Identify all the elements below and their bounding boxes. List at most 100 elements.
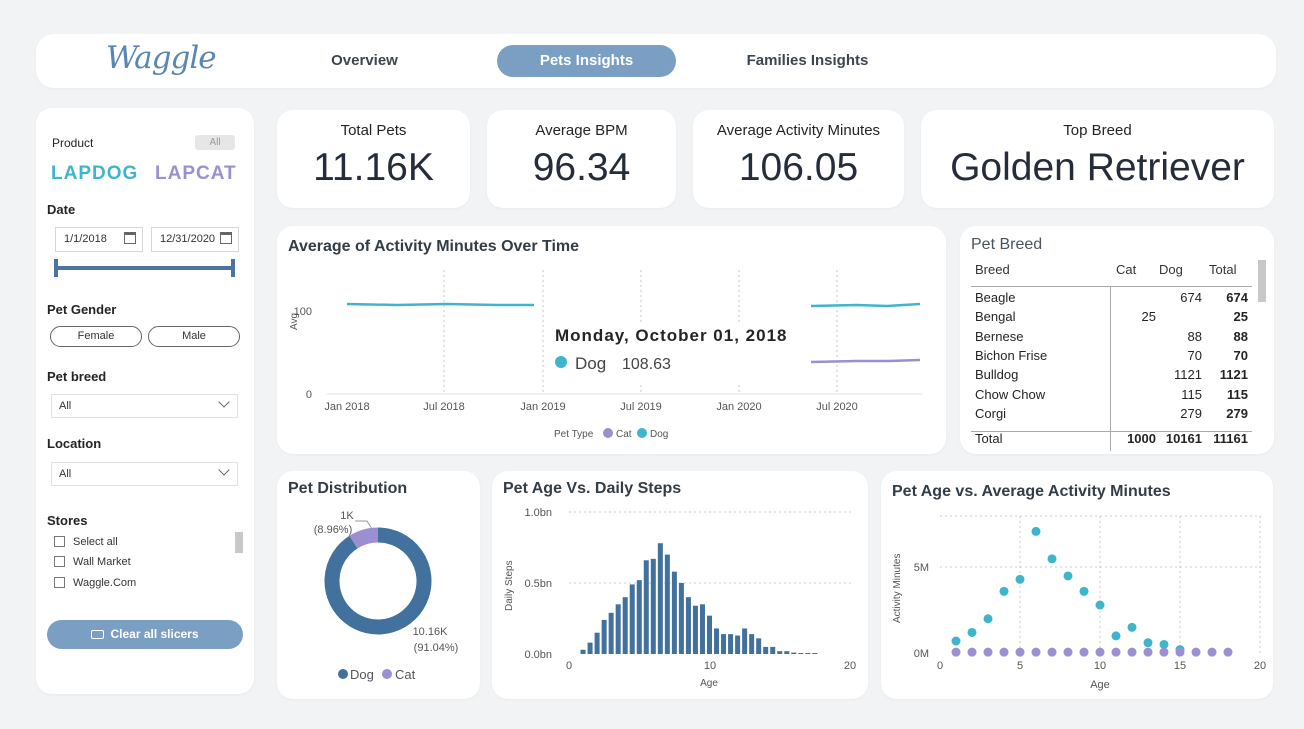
- dog-series-line[interactable]: [346, 302, 534, 307]
- cat-scatter-point[interactable]: [1175, 647, 1185, 657]
- lapcat-brand-button[interactable]: LAPCAT: [155, 163, 237, 185]
- table-row[interactable]: Beagle 674 674: [975, 290, 1258, 309]
- age-steps-bar[interactable]: [587, 642, 593, 654]
- age-steps-bar[interactable]: [657, 543, 663, 654]
- legend-dog-marker[interactable]: [338, 669, 348, 679]
- age-steps-bar[interactable]: [756, 638, 762, 654]
- dog-scatter-point[interactable]: [1159, 639, 1169, 649]
- age-steps-bar[interactable]: [699, 604, 705, 654]
- age-steps-bar[interactable]: [671, 571, 677, 654]
- age-steps-bar[interactable]: [636, 580, 642, 654]
- cat-scatter-point[interactable]: [1127, 647, 1137, 657]
- age-steps-bar[interactable]: [643, 560, 649, 654]
- product-all-chip[interactable]: All: [195, 135, 235, 150]
- cat-scatter-point[interactable]: [1047, 647, 1057, 657]
- dog-scatter-point[interactable]: [1047, 554, 1057, 564]
- age-steps-bar[interactable]: [721, 634, 727, 654]
- cat-scatter-point[interactable]: [1031, 647, 1041, 657]
- cat-scatter-point[interactable]: [1159, 647, 1169, 657]
- legend-cat-label[interactable]: Cat: [616, 429, 632, 440]
- cat-scatter-point[interactable]: [983, 647, 993, 657]
- location-dropdown[interactable]: All: [51, 462, 238, 486]
- end-date-input[interactable]: 12/31/2020: [151, 227, 239, 252]
- checkbox[interactable]: [54, 577, 65, 588]
- dog-scatter-point[interactable]: [967, 627, 977, 637]
- age-steps-bar[interactable]: [791, 652, 797, 654]
- dog-scatter-point[interactable]: [983, 614, 993, 624]
- legend-cat-marker[interactable]: [382, 669, 392, 679]
- age-steps-bar[interactable]: [692, 605, 698, 654]
- age-steps-bar[interactable]: [601, 619, 607, 654]
- checkbox[interactable]: [54, 536, 65, 547]
- age-steps-bar[interactable]: [608, 612, 614, 654]
- age-steps-bar[interactable]: [629, 584, 635, 654]
- cat-scatter-point[interactable]: [1143, 647, 1153, 657]
- age-steps-bar[interactable]: [728, 634, 734, 654]
- female-button[interactable]: Female: [50, 326, 142, 347]
- store-option-waggle-com[interactable]: Waggle.Com: [54, 577, 136, 589]
- cat-scatter-point[interactable]: [1079, 647, 1089, 657]
- cat-scatter-point[interactable]: [1207, 647, 1217, 657]
- dog-scatter-point[interactable]: [1143, 638, 1153, 648]
- age-steps-bar[interactable]: [685, 597, 691, 654]
- pet-breed-dropdown[interactable]: All: [51, 394, 238, 418]
- legend-cat-marker[interactable]: [603, 428, 613, 438]
- age-steps-bar[interactable]: [763, 646, 769, 654]
- column-header[interactable]: Cat: [1116, 262, 1136, 277]
- column-header[interactable]: Dog: [1159, 262, 1183, 277]
- date-range-slider[interactable]: [55, 266, 233, 270]
- age-steps-bar[interactable]: [650, 558, 656, 654]
- age-steps-bar[interactable]: [678, 583, 684, 654]
- age-steps-bar[interactable]: [805, 653, 811, 654]
- age-steps-bar[interactable]: [615, 604, 621, 654]
- age-steps-bar[interactable]: [707, 615, 712, 654]
- donut-slice-cat[interactable]: [349, 527, 379, 549]
- age-steps-bar[interactable]: [594, 632, 600, 654]
- cat-scatter-point[interactable]: [951, 647, 961, 657]
- start-date-input[interactable]: 1/1/2018: [55, 227, 143, 252]
- table-row[interactable]: Bernese 88 88: [975, 329, 1258, 348]
- legend-cat-label[interactable]: Cat: [395, 667, 416, 682]
- male-button[interactable]: Male: [148, 326, 240, 347]
- cat-scatter-point[interactable]: [1223, 647, 1233, 657]
- age-steps-bar[interactable]: [812, 653, 818, 654]
- age-steps-bar[interactable]: [742, 628, 748, 654]
- cat-series-line[interactable]: [810, 358, 921, 364]
- store-option-select-all[interactable]: Select all: [54, 536, 118, 548]
- tab-families-insights[interactable]: Families Insights: [725, 45, 890, 77]
- cat-scatter-point[interactable]: [1095, 647, 1105, 657]
- table-row[interactable]: Bulldog 1121 1121: [975, 367, 1258, 386]
- dog-scatter-point[interactable]: [1031, 526, 1041, 536]
- table-scrollbar[interactable]: [1258, 260, 1266, 302]
- age-steps-bar[interactable]: [664, 554, 670, 654]
- lapdog-brand-button[interactable]: LAPDOG: [51, 163, 138, 185]
- dog-scatter-point[interactable]: [1063, 571, 1073, 581]
- cat-scatter-point[interactable]: [999, 647, 1009, 657]
- dog-scatter-point[interactable]: [999, 586, 1009, 596]
- stores-scrollbar[interactable]: [235, 532, 243, 553]
- age-steps-bar[interactable]: [580, 649, 586, 654]
- slider-start-handle[interactable]: [54, 259, 58, 277]
- checkbox[interactable]: [54, 556, 65, 567]
- cat-scatter-point[interactable]: [1111, 647, 1121, 657]
- legend-dog-label[interactable]: Dog: [350, 667, 374, 682]
- age-steps-bar[interactable]: [735, 635, 741, 654]
- dog-scatter-point[interactable]: [1111, 631, 1121, 641]
- cat-scatter-point[interactable]: [1015, 647, 1025, 657]
- age-steps-bar[interactable]: [777, 651, 783, 654]
- table-row[interactable]: Chow Chow 115 115: [975, 387, 1258, 406]
- store-option-wall-market[interactable]: Wall Market: [54, 556, 131, 568]
- table-row[interactable]: Bengal 25 25: [975, 309, 1258, 328]
- column-header[interactable]: Total: [1209, 262, 1236, 277]
- age-steps-bar[interactable]: [770, 646, 776, 654]
- dog-scatter-point[interactable]: [1015, 574, 1025, 584]
- calendar-icon[interactable]: [220, 232, 232, 244]
- age-steps-bar[interactable]: [714, 628, 720, 654]
- table-row[interactable]: Bichon Frise 70 70: [975, 348, 1258, 367]
- cat-scatter-point[interactable]: [1063, 647, 1073, 657]
- calendar-icon[interactable]: [124, 232, 136, 244]
- tab-pets-insights[interactable]: Pets Insights: [497, 45, 676, 77]
- table-row[interactable]: Corgi 279 279: [975, 406, 1258, 425]
- column-header[interactable]: Breed: [975, 262, 1010, 277]
- cat-scatter-point[interactable]: [1191, 647, 1201, 657]
